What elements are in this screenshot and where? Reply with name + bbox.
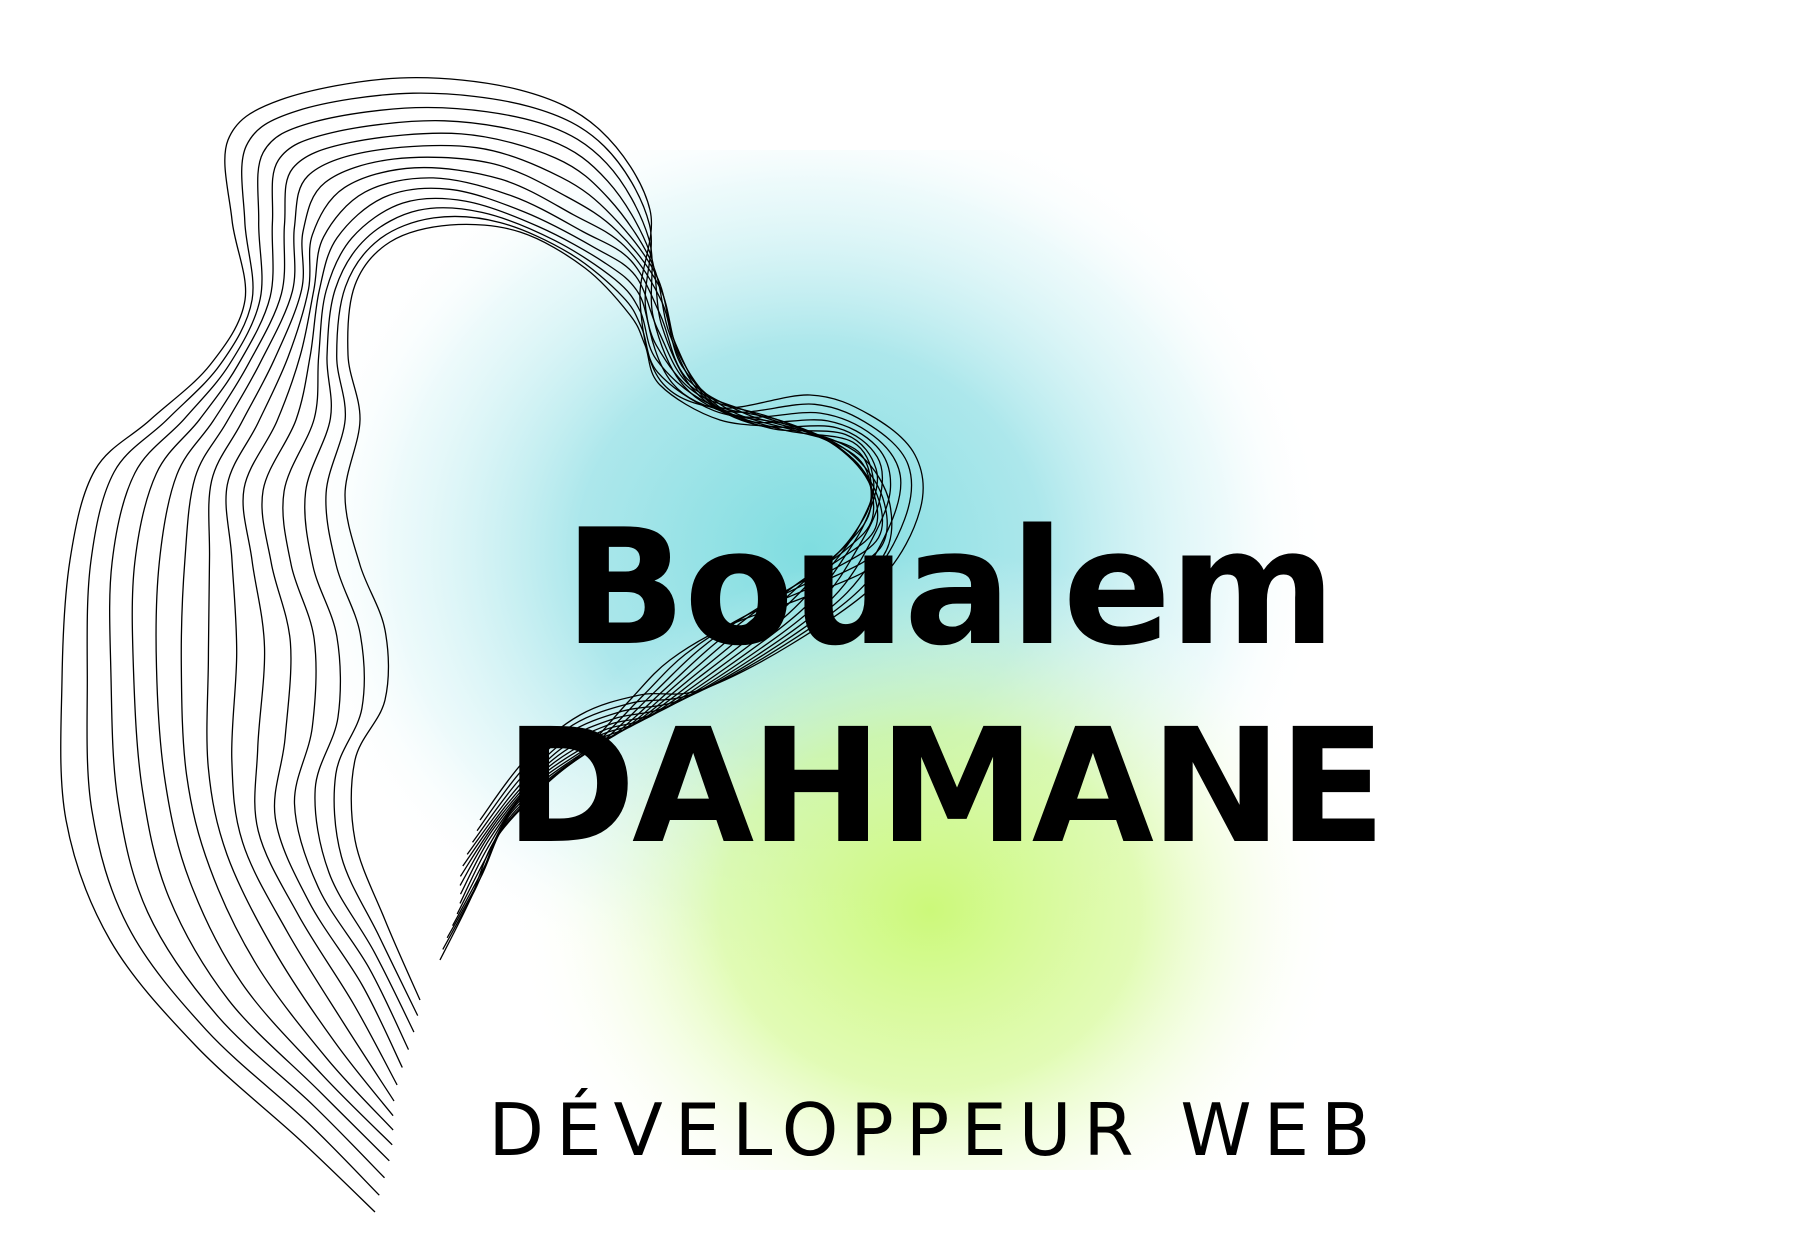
last-name-text: DAHMANE — [504, 695, 1386, 879]
first-name-text: Boualem — [564, 494, 1336, 681]
logo-canvas: Boualem DAHMANE DÉVELOPPEUR WEB — [0, 0, 1812, 1240]
role-text: DÉVELOPPEUR WEB — [488, 1088, 1383, 1172]
